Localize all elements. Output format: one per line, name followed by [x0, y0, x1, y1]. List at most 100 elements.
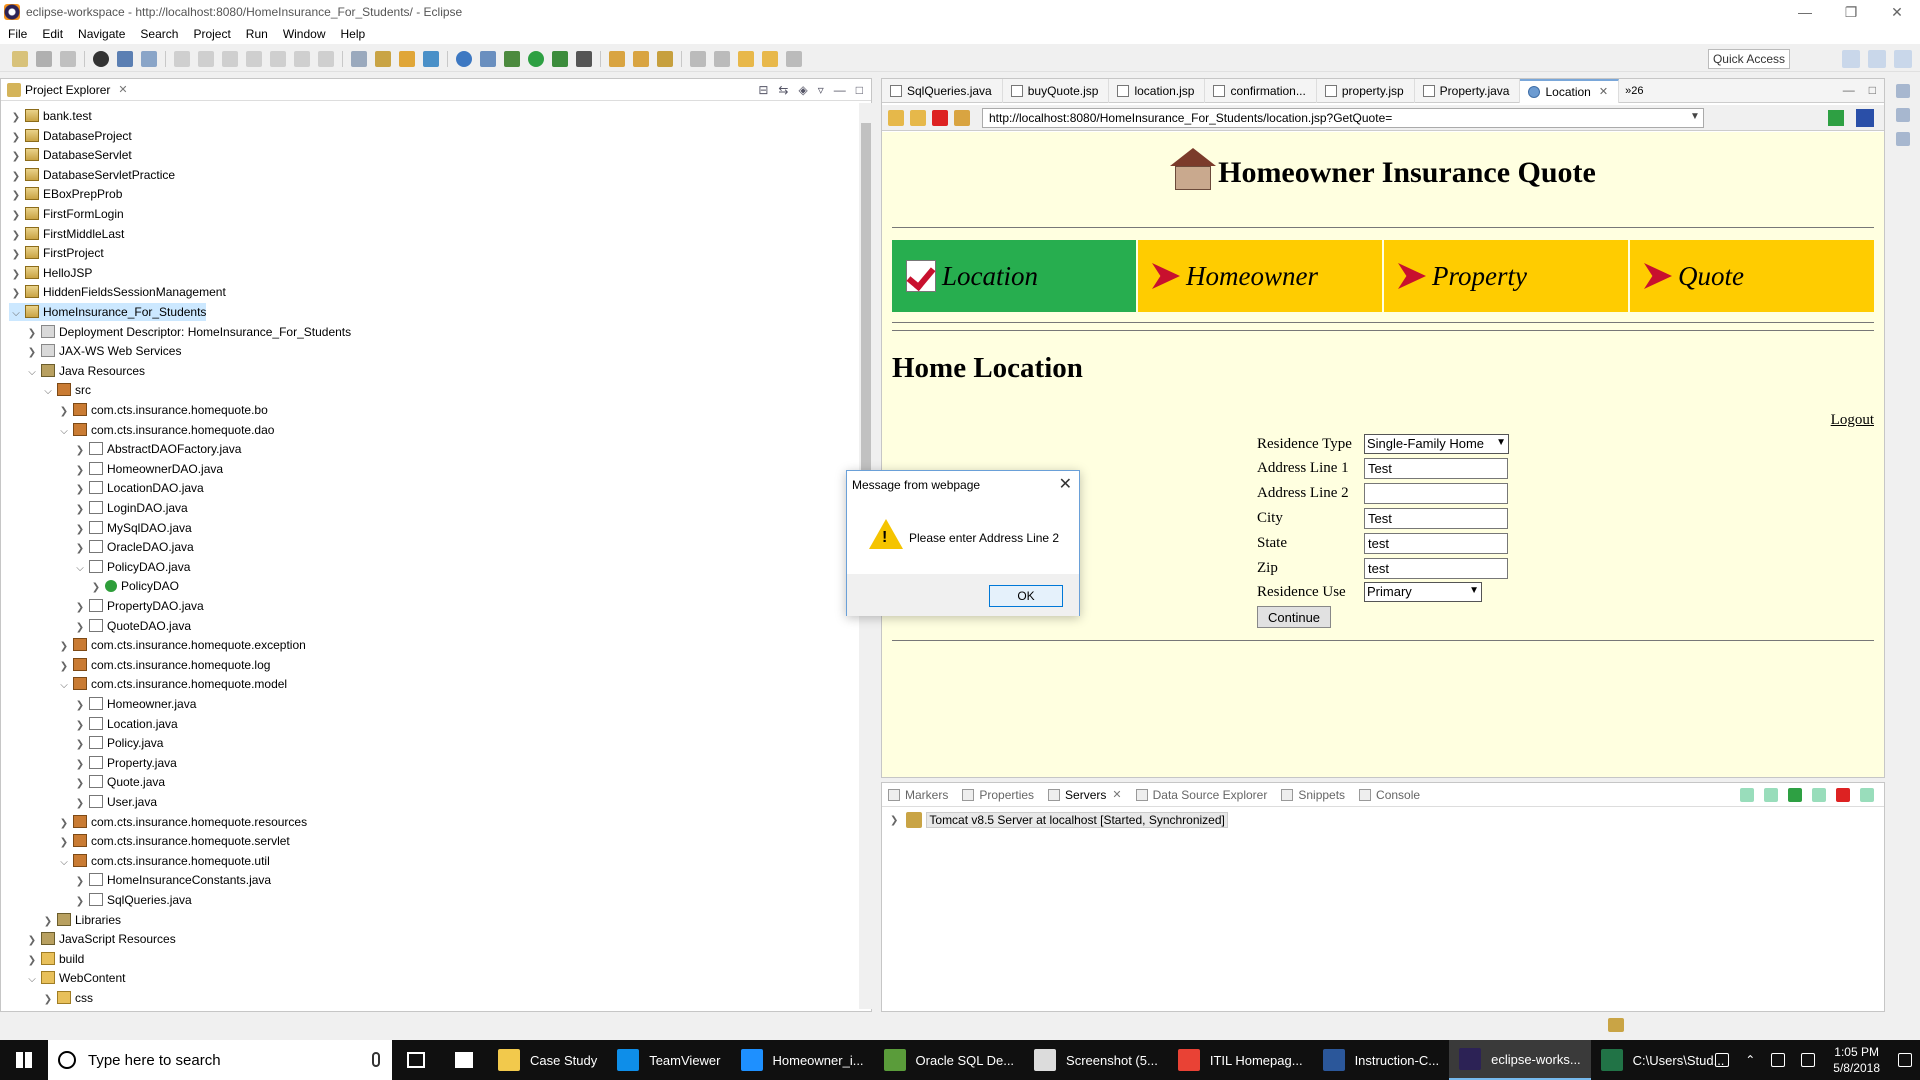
project-explorer-tab[interactable]: Project Explorer ✕	[1, 79, 871, 101]
chevron-right-icon[interactable]: ❯	[73, 442, 87, 460]
quick-access-field[interactable]: Quick Access	[1707, 49, 1790, 69]
step-into-icon[interactable]	[270, 50, 286, 67]
debug-server-icon[interactable]	[1764, 788, 1778, 802]
back-icon[interactable]	[762, 50, 778, 67]
tree-item[interactable]: ❯ PropertyDAO.java	[73, 597, 204, 615]
editor-tab[interactable]: confirmation...	[1205, 78, 1317, 103]
view-menu-icon[interactable]: ▿	[818, 83, 824, 97]
suspend-icon[interactable]	[198, 50, 214, 67]
web-browser-icon[interactable]	[456, 50, 472, 67]
chevron-right-icon[interactable]: ❯	[9, 148, 23, 166]
zip-field[interactable]: test	[1364, 558, 1508, 579]
chevron-right-icon[interactable]: ❯	[57, 403, 71, 421]
tree-item[interactable]: ❯ com.cts.insurance.homequote.resources	[57, 813, 307, 831]
tree-item[interactable]: ❯ Policy.java	[73, 734, 163, 752]
chevron-down-icon[interactable]: ⌵	[57, 854, 71, 872]
open-type-icon[interactable]	[609, 50, 625, 67]
chevron-right-icon[interactable]: ❯	[25, 325, 39, 343]
collapse-icon[interactable]	[1740, 788, 1754, 802]
address1-field[interactable]: Test	[1364, 458, 1508, 479]
java-perspective-icon[interactable]	[1894, 50, 1912, 68]
ok-button[interactable]: OK	[989, 585, 1063, 607]
tree-item[interactable]: ❯ QuoteDAO.java	[73, 617, 191, 635]
notifications-icon[interactable]	[1898, 1053, 1912, 1067]
menu-help[interactable]: Help	[341, 27, 366, 41]
previous-annotation-icon[interactable]	[714, 50, 730, 67]
people-icon[interactable]	[1715, 1053, 1730, 1067]
minimize-icon[interactable]: —	[1782, 0, 1828, 24]
open-perspective-icon[interactable]	[1842, 50, 1860, 68]
tree-item[interactable]: ❯ Quote.java	[73, 773, 165, 791]
chevron-right-icon[interactable]: ❯	[73, 540, 87, 558]
tree-item[interactable]: ❯ FirstMiddleLast	[9, 225, 124, 243]
tree-item[interactable]: ⌵ com.cts.insurance.homequote.util	[57, 852, 270, 870]
view-tab-snippets[interactable]: Snippets	[1281, 788, 1345, 802]
close-icon[interactable]: ✕	[1874, 0, 1920, 24]
chevron-right-icon[interactable]: ❯	[9, 227, 23, 245]
start-button[interactable]	[0, 1040, 48, 1080]
taskbar-app[interactable]: Homeowner_i...	[731, 1040, 874, 1080]
url-history-icon[interactable]: ▼	[1690, 111, 1700, 122]
tree-item[interactable]: ⌵ com.cts.insurance.homequote.model	[57, 675, 287, 693]
stop-icon[interactable]	[932, 109, 948, 126]
tree-item[interactable]: ❯ com.cts.insurance.homequote.bo	[57, 401, 268, 419]
editor-tab[interactable]: property.jsp	[1317, 78, 1415, 103]
java-ee-perspective-icon[interactable]	[1868, 50, 1886, 68]
maximize-editor-icon[interactable]: □	[1869, 83, 1876, 97]
stop-server-icon[interactable]	[1836, 788, 1850, 802]
chevron-right-icon[interactable]: ❯	[57, 815, 71, 833]
save-icon[interactable]	[36, 50, 52, 67]
city-field[interactable]: Test	[1364, 508, 1508, 529]
chevron-right-icon[interactable]: ❯	[9, 187, 23, 205]
chevron-up-icon[interactable]: ⌃	[1745, 1053, 1755, 1067]
tree-item[interactable]: ⌵ HomeInsurance_For_Students	[9, 303, 207, 323]
save-all-icon[interactable]	[60, 50, 76, 67]
taskbar-search[interactable]: Type here to search	[48, 1040, 392, 1080]
outline-icon[interactable]	[1896, 108, 1910, 122]
chevron-right-icon[interactable]: ❯	[73, 795, 87, 813]
tree-item[interactable]: ❯ Location.java	[73, 715, 178, 733]
editor-tab[interactable]: SqlQueries.java	[882, 78, 1003, 103]
tree-item[interactable]: ❯ DatabaseServlet	[9, 146, 132, 164]
run-icon[interactable]	[528, 50, 544, 67]
toggle-icon[interactable]	[351, 50, 367, 67]
menu-search[interactable]: Search	[140, 27, 178, 41]
minimize-editor-icon[interactable]: —	[1843, 83, 1855, 97]
chevron-right-icon[interactable]: ❯	[9, 207, 23, 225]
chevron-right-icon[interactable]: ❯	[73, 717, 87, 735]
tree-item[interactable]: ❯ OracleDAO.java	[73, 538, 194, 556]
view-tab-markers[interactable]: Markers	[888, 788, 948, 802]
close-tab-icon[interactable]: ✕	[1599, 80, 1608, 104]
chevron-right-icon[interactable]: ❯	[41, 991, 55, 1009]
network-icon[interactable]	[1771, 1053, 1786, 1067]
chevron-right-icon[interactable]: ❯	[9, 168, 23, 186]
clock[interactable]: 1:05 PM 5/8/2018	[1833, 1044, 1880, 1076]
chevron-right-icon[interactable]: ❯	[9, 109, 23, 127]
chevron-down-icon[interactable]: ⌵	[9, 305, 23, 323]
tree-item[interactable]: ❯ SqlQueries.java	[73, 891, 192, 909]
dialog-close-icon[interactable]: ✕	[1059, 474, 1072, 494]
task-list-icon[interactable]	[1896, 132, 1910, 146]
chevron-right-icon[interactable]: ❯	[25, 952, 39, 970]
last-edit-icon[interactable]	[738, 50, 754, 67]
tree-item[interactable]: ❯ FirstProject	[9, 244, 104, 262]
open-console-icon[interactable]	[117, 50, 133, 67]
tree-item[interactable]: ❯ DatabaseProject	[9, 127, 132, 145]
tree-item[interactable]: ❯ User.java	[73, 793, 157, 811]
coverage-icon[interactable]	[552, 50, 568, 67]
debug-icon[interactable]	[504, 50, 520, 67]
tree-item[interactable]: ❯ JavaScript Resources	[25, 930, 176, 948]
taskbar-app[interactable]: Instruction-C...	[1313, 1040, 1450, 1080]
url-field[interactable]: http://localhost:8080/HomeInsurance_For_…	[982, 108, 1704, 128]
menu-window[interactable]: Window	[283, 27, 326, 41]
chevron-down-icon[interactable]: ⌵	[73, 560, 87, 578]
new-icon[interactable]	[12, 50, 28, 67]
chevron-down-icon[interactable]: ⌵	[25, 364, 39, 382]
skip-breakpoints-icon[interactable]	[141, 50, 157, 67]
chevron-right-icon[interactable]: ❯	[9, 266, 23, 284]
tree-item[interactable]: ❯ build	[25, 950, 84, 968]
chevron-right-icon[interactable]: ❯	[73, 697, 87, 715]
tree-item[interactable]: ❯ EBoxPrepProb	[9, 185, 122, 203]
tree-item[interactable]: ❯ com.cts.insurance.homequote.exception	[57, 636, 306, 654]
tree-item[interactable]: ❯ HiddenFieldsSessionManagement	[9, 283, 226, 301]
